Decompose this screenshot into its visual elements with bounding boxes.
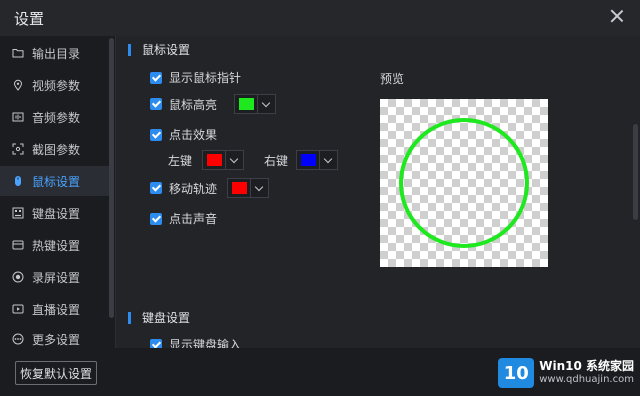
show-pointer-label: 显示鼠标指针: [169, 71, 242, 85]
sidebar-item-label: 更多设置: [32, 332, 81, 347]
highlight-checkbox[interactable]: [150, 98, 162, 110]
highlight-label: 鼠标高亮: [169, 97, 218, 112]
sidebar-item-mouse[interactable]: 鼠标设置: [0, 166, 110, 196]
chevron-down-icon: [254, 182, 264, 191]
trail-color-picker[interactable]: [227, 178, 270, 198]
title-bar: 设置: [0, 0, 640, 36]
left-key-label: 左键: [168, 153, 193, 168]
sidebar-item-audio[interactable]: 音频参数: [0, 102, 110, 132]
sidebar-item-label: 录屏设置: [32, 270, 81, 285]
mouse-icon: [11, 174, 25, 188]
watermark: 10 Win10 系统家园 www.qdhuajin.com: [498, 358, 634, 388]
click-effect-label: 点击效果: [169, 128, 218, 142]
show-pointer-checkbox[interactable]: [150, 71, 162, 84]
content-scrollbar[interactable]: [633, 124, 638, 220]
trail-label: 移动轨迹: [169, 181, 218, 196]
sidebar-item-keyboard[interactable]: 键盘设置: [0, 198, 110, 228]
watermark-url: www.qdhuajin.com: [539, 374, 634, 385]
chevron-down-icon: [261, 98, 271, 107]
hotkey-icon: [11, 238, 25, 252]
color-swatch: [207, 154, 223, 166]
sidebar-item-record[interactable]: 录屏设置: [0, 262, 110, 292]
sidebar-item-live[interactable]: 直播设置: [0, 294, 110, 324]
trail-row: 移动轨迹: [150, 178, 270, 198]
watermark-title: Win10 系统家园: [539, 359, 634, 373]
section-accent-bar: [128, 43, 131, 56]
highlight-row: 鼠标高亮: [150, 94, 277, 114]
click-sound-row: 点击声音: [150, 210, 217, 227]
click-effect-checkbox[interactable]: [150, 128, 162, 141]
show-keyboard-input-label: 显示键盘输入: [169, 338, 242, 348]
right-key-label: 右键: [264, 153, 289, 168]
mouse-section-header: 鼠标设置: [128, 41, 190, 58]
more-icon: [11, 332, 25, 346]
record-icon: [11, 270, 25, 284]
cursor-preview: [380, 99, 548, 267]
sidebar-item-label: 音频参数: [32, 110, 81, 125]
left-key-color-picker[interactable]: [202, 150, 245, 170]
highlight-color-picker[interactable]: [234, 94, 277, 114]
folder-icon: [11, 46, 25, 60]
footer: 恢复默认设置 10 Win10 系统家园 www.qdhuajin.com: [0, 348, 640, 396]
click-sound-checkbox[interactable]: [150, 212, 162, 225]
right-key-color-picker[interactable]: [296, 150, 339, 170]
window-title: 设置: [14, 10, 45, 28]
trail-checkbox[interactable]: [150, 182, 162, 194]
sidebar-item-screenshot[interactable]: 截图参数: [0, 134, 110, 164]
chevron-down-icon: [229, 154, 239, 163]
sidebar-item-label: 鼠标设置: [32, 174, 81, 189]
sidebar-scrollbar[interactable]: [109, 38, 114, 318]
location-pin-icon: [11, 78, 25, 92]
sidebar-item-hotkey[interactable]: 热键设置: [0, 230, 110, 260]
chevron-down-icon: [323, 154, 333, 163]
settings-content: 鼠标设置 显示鼠标指针 鼠标高亮 点击效果 左键 右键 移动轨迹 点击声音 预览…: [116, 36, 640, 348]
sidebar-item-label: 视频参数: [32, 78, 81, 93]
section-accent-bar: [128, 311, 131, 324]
color-swatch: [232, 182, 248, 194]
sidebar-item-label: 直播设置: [32, 302, 81, 317]
sidebar-item-label: 输出目录: [32, 46, 81, 61]
show-keyboard-input-checkbox[interactable]: [150, 338, 162, 348]
click-colors-row: 左键 右键: [168, 150, 339, 170]
section-title: 鼠标设置: [142, 43, 191, 57]
keyboard-icon: [11, 206, 25, 220]
live-icon: [11, 302, 25, 316]
close-icon[interactable]: [608, 7, 626, 25]
keyboard-section-header: 键盘设置: [128, 309, 190, 326]
sidebar-item-label: 热键设置: [32, 238, 81, 253]
color-swatch: [301, 154, 317, 166]
sidebar: 输出目录 视频参数 音频参数 截图参数 鼠标设置 键盘设置 热键设置 录屏设置 …: [0, 36, 116, 348]
sidebar-item-output[interactable]: 输出目录: [0, 38, 110, 68]
watermark-logo: 10: [498, 358, 535, 388]
show-pointer-row: 显示鼠标指针: [150, 69, 241, 86]
section-title: 键盘设置: [142, 311, 191, 325]
sidebar-item-label: 键盘设置: [32, 206, 81, 221]
color-swatch: [239, 98, 255, 110]
click-effect-row: 点击效果: [150, 126, 217, 143]
audio-icon: [11, 110, 25, 124]
sidebar-item-label: 截图参数: [32, 142, 81, 157]
click-sound-label: 点击声音: [169, 212, 218, 226]
sidebar-item-video[interactable]: 视频参数: [0, 70, 110, 100]
reset-defaults-button[interactable]: 恢复默认设置: [15, 361, 97, 385]
show-keyboard-input-row: 显示键盘输入: [150, 336, 241, 348]
highlight-ring-preview: [399, 118, 529, 248]
screenshot-icon: [11, 142, 25, 156]
preview-label: 预览: [380, 72, 405, 86]
